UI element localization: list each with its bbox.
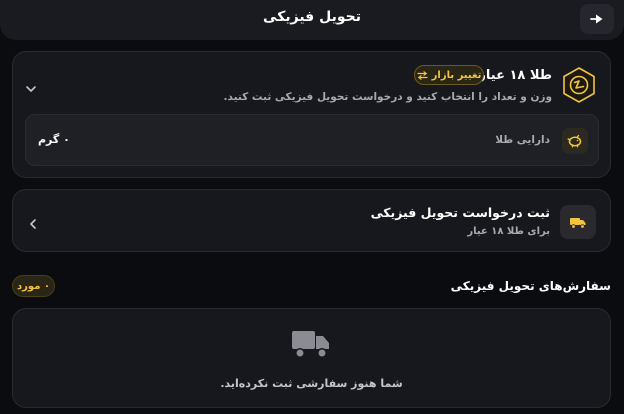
gold-logo-icon xyxy=(562,67,596,103)
gold-subtitle: وزن و تعداد را انتخاب کنید و درخواست تحو… xyxy=(223,91,552,103)
gold-balance-row: دارایی طلا ۰ گرم xyxy=(25,114,599,166)
chevron-down-icon xyxy=(26,86,36,92)
page-title: تحویل فیزیکی xyxy=(263,9,361,25)
orders-count-badge: ۰ مورد xyxy=(12,275,55,297)
expand-button[interactable] xyxy=(25,78,37,97)
request-title: ثبت درخواست تحویل فیزیکی xyxy=(370,205,550,220)
truck-icon xyxy=(292,331,329,358)
gold-balance-value: ۰ گرم xyxy=(38,133,70,146)
change-market-button[interactable]: تغییر بازار xyxy=(414,65,484,85)
piggy-bank-icon xyxy=(562,128,588,154)
swap-icon xyxy=(417,70,428,80)
physical-delivery-request-button[interactable]: ثبت درخواست تحویل فیزیکی برای طلا ۱۸ عیا… xyxy=(12,189,611,252)
gold-title: طلا ۱۸ عیار xyxy=(478,68,552,83)
orders-section-title: سفارش‌های تحویل فیزیکی xyxy=(450,279,611,293)
arrow-right-icon xyxy=(590,14,603,24)
back-button[interactable] xyxy=(580,4,614,34)
gold-asset-card: طلا ۱۸ عیار تغییر بازار وزن و تعداد را ا… xyxy=(12,51,611,178)
empty-state-text: شما هنوز سفارشی ثبت نکرده‌اید. xyxy=(220,377,403,390)
request-subtitle: برای طلا ۱۸ عیار xyxy=(467,226,550,237)
change-market-label: تغییر بازار xyxy=(431,69,482,81)
app-header: تحویل فیزیکی xyxy=(0,0,624,40)
gold-balance-label: دارایی طلا xyxy=(495,134,550,146)
chevron-left-icon xyxy=(29,215,37,234)
orders-empty-state: شما هنوز سفارشی ثبت نکرده‌اید. xyxy=(12,308,611,408)
truck-icon xyxy=(560,205,596,239)
